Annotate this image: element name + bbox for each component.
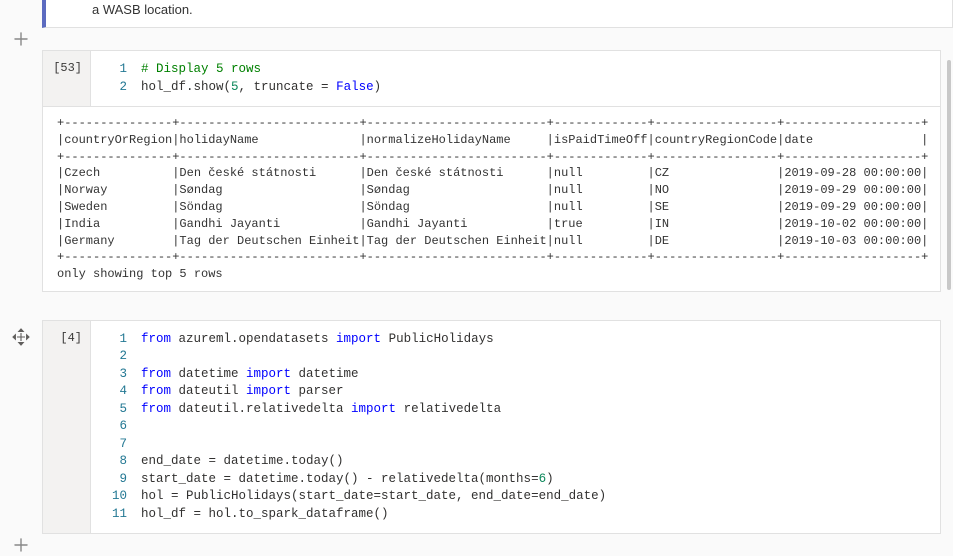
code-line[interactable]: 11 hol_df = hol.to_spark_dataframe() bbox=[103, 506, 928, 524]
code-line[interactable]: 7 bbox=[103, 436, 928, 454]
plus-icon bbox=[14, 538, 28, 552]
line-number: 4 bbox=[103, 383, 127, 401]
line-number: 7 bbox=[103, 436, 127, 454]
move-handle-icon[interactable] bbox=[12, 328, 30, 349]
code-content[interactable]: hol = PublicHolidays(start_date=start_da… bbox=[141, 488, 606, 506]
line-number: 1 bbox=[103, 61, 127, 79]
execution-count: [53] bbox=[43, 51, 91, 106]
code-content[interactable]: from dateutil import parser bbox=[141, 383, 344, 401]
add-cell-below[interactable] bbox=[0, 534, 953, 556]
code-line[interactable]: 6 bbox=[103, 418, 928, 436]
line-number: 11 bbox=[103, 506, 127, 524]
code-cell[interactable]: [53] 1 # Display 5 rows 2 hol_df.show(5, tr… bbox=[42, 50, 941, 107]
plus-icon bbox=[14, 32, 28, 46]
code-content[interactable]: hol_df = hol.to_spark_dataframe() bbox=[141, 506, 389, 524]
line-number: 6 bbox=[103, 418, 127, 436]
execution-count: [4] bbox=[43, 321, 91, 534]
info-banner: a WASB location. bbox=[42, 0, 953, 28]
code-content[interactable]: from azureml.opendatasets import PublicH… bbox=[141, 331, 494, 349]
line-number: 2 bbox=[103, 79, 127, 97]
code-content[interactable]: start_date = datetime.today() - relative… bbox=[141, 471, 554, 489]
code-content[interactable]: end_date = datetime.today() bbox=[141, 453, 344, 471]
line-number: 1 bbox=[103, 331, 127, 349]
line-number: 8 bbox=[103, 453, 127, 471]
line-number: 2 bbox=[103, 348, 127, 366]
code-cell[interactable]: [4] 1 from azureml.opendatasets import Pu… bbox=[42, 320, 941, 535]
code-editor[interactable]: 1 from azureml.opendatasets import Public… bbox=[91, 321, 940, 534]
code-content[interactable]: # Display 5 rows bbox=[141, 61, 261, 79]
code-line[interactable]: 2 bbox=[103, 348, 928, 366]
code-line[interactable]: 9 start_date = datetime.today() - relativ… bbox=[103, 471, 928, 489]
line-number: 5 bbox=[103, 401, 127, 419]
code-line[interactable]: 5 from dateutil.relativedelta import rela… bbox=[103, 401, 928, 419]
line-number: 10 bbox=[103, 488, 127, 506]
info-text: a WASB location. bbox=[92, 2, 193, 17]
code-line[interactable]: 2 hol_df.show(5, truncate = False) bbox=[103, 79, 928, 97]
line-number: 9 bbox=[103, 471, 127, 489]
code-content[interactable]: from dateutil.relativedelta import relat… bbox=[141, 401, 501, 419]
code-content[interactable]: hol_df.show(5, truncate = False) bbox=[141, 79, 381, 97]
code-content[interactable]: from datetime import datetime bbox=[141, 366, 359, 384]
code-line[interactable]: 3 from datetime import datetime bbox=[103, 366, 928, 384]
add-cell-above[interactable] bbox=[0, 28, 953, 50]
line-number: 3 bbox=[103, 366, 127, 384]
scrollbar[interactable] bbox=[947, 60, 951, 290]
code-line[interactable]: 10 hol = PublicHolidays(start_date=start_… bbox=[103, 488, 928, 506]
code-line[interactable]: 4 from dateutil import parser bbox=[103, 383, 928, 401]
code-line[interactable]: 8 end_date = datetime.today() bbox=[103, 453, 928, 471]
code-line[interactable]: 1 # Display 5 rows bbox=[103, 61, 928, 79]
code-editor[interactable]: 1 # Display 5 rows 2 hol_df.show(5, truncat… bbox=[91, 51, 940, 106]
code-line[interactable]: 1 from azureml.opendatasets import Public… bbox=[103, 331, 928, 349]
cell-output: +---------------+-----------------------… bbox=[42, 107, 941, 292]
